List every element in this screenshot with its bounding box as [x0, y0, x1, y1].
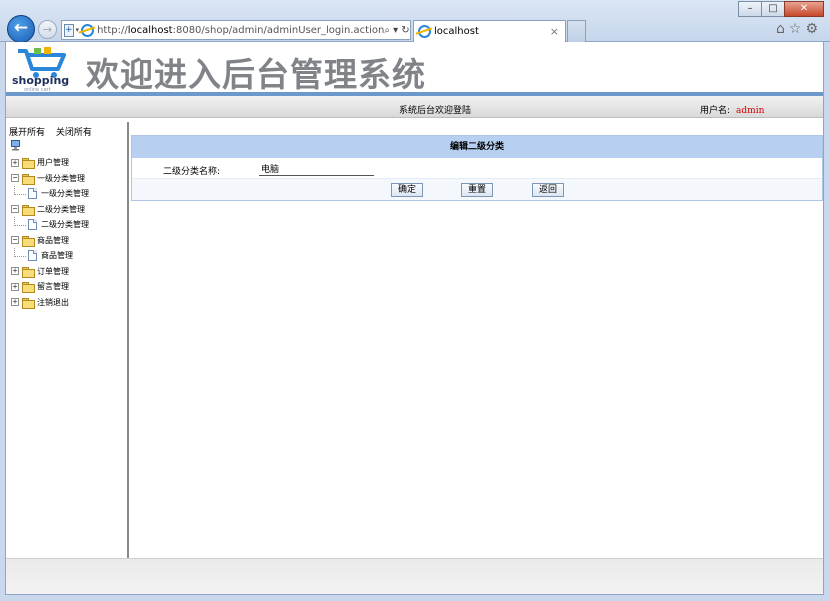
- folder-icon: [22, 297, 35, 309]
- main-panel: 编辑二级分类 二级分类名称: 确定 重置 返回: [131, 122, 823, 558]
- tree-node-label: 用户管理: [37, 158, 69, 168]
- search-refresh-icons[interactable]: ⌕ ▾ ↻: [384, 25, 413, 36]
- page-viewport: shopping online cart 欢迎进入后台管理系统 系统后台欢迎登陆…: [5, 42, 824, 595]
- reset-button[interactable]: 重置: [461, 183, 493, 197]
- page-icon: [28, 250, 37, 262]
- collapse-icon[interactable]: −: [11, 236, 19, 245]
- expand-icon[interactable]: +: [11, 298, 19, 307]
- address-bar[interactable]: + ▾ http://localhost:8080/shop/admin/adm…: [61, 20, 411, 40]
- tree-node-product[interactable]: − 商品管理: [11, 233, 89, 249]
- minimize-button[interactable]: –: [738, 1, 762, 17]
- edit-category-form: 编辑二级分类 二级分类名称: 确定 重置 返回: [131, 135, 823, 201]
- tree-node-label: 商品管理: [37, 235, 69, 245]
- site-banner: shopping online cart 欢迎进入后台管理系统: [6, 42, 823, 96]
- folder-icon: [22, 266, 35, 278]
- welcome-text: 系统后台欢迎登陆: [399, 106, 472, 116]
- tab-favicon-icon: [418, 25, 431, 38]
- top-info-bar: 系统后台欢迎登陆 用户名: admin: [6, 96, 823, 118]
- expand-all-link[interactable]: 展开所有: [9, 128, 45, 138]
- tree-node-label: 留言管理: [37, 282, 69, 292]
- tree-leaf-label: 商品管理: [41, 251, 73, 261]
- form-buttons: 确定 重置 返回: [132, 179, 822, 200]
- collapse-icon[interactable]: −: [11, 205, 19, 214]
- tree-node-label: 二级分类管理: [37, 204, 85, 214]
- page-title: 欢迎进入后台管理系统: [86, 55, 426, 94]
- user-info: 用户名: admin: [700, 103, 764, 116]
- expand-icon[interactable]: +: [11, 158, 19, 167]
- window-controls: – □ ✕: [738, 1, 824, 17]
- user-label: 用户名:: [700, 106, 731, 116]
- confirm-button[interactable]: 确定: [391, 183, 423, 197]
- folder-icon: [22, 173, 35, 185]
- form-title: 编辑二级分类: [132, 136, 822, 158]
- nav-tree: + 用户管理 − 一级分类管理 一级分类管理 − 二级分类管理 二级分类管理 − 商品管理 商品管理…: [11, 155, 89, 310]
- folder-icon: [22, 204, 35, 216]
- ie-icon: [81, 23, 95, 37]
- close-window-button[interactable]: ✕: [784, 1, 824, 17]
- folder-icon: [22, 235, 35, 247]
- tree-leaf-cat2-manage[interactable]: 二级分类管理: [11, 217, 89, 233]
- url-rest: :8080/shop/admin/adminUser_login.action: [172, 24, 385, 36]
- forward-button[interactable]: →: [38, 20, 57, 39]
- expand-icon[interactable]: +: [11, 267, 19, 276]
- tree-node-cat1[interactable]: − 一级分类管理: [11, 171, 89, 187]
- browser-chrome: – □ ✕ ← → + ▾ http://localhost:8080/shop…: [0, 0, 830, 43]
- page-icon: [28, 219, 37, 231]
- category-name-label: 二级分类名称:: [163, 167, 221, 177]
- folder-icon: [22, 158, 35, 170]
- folder-icon: [22, 282, 35, 294]
- logo-subtitle: online cart: [24, 87, 51, 93]
- collapse-icon[interactable]: −: [11, 174, 19, 183]
- url-text[interactable]: http://localhost:8080/shop/admin/adminUs…: [97, 25, 384, 36]
- computer-icon: [11, 140, 20, 151]
- tree-node-cat2[interactable]: − 二级分类管理: [11, 202, 89, 218]
- expand-icon[interactable]: +: [11, 282, 19, 291]
- tree-node-user[interactable]: + 用户管理: [11, 155, 89, 171]
- url-host: localhost: [127, 24, 173, 36]
- tree-leaf-product-manage[interactable]: 商品管理: [11, 248, 89, 264]
- url-prefix: http://: [97, 24, 128, 36]
- user-name: admin: [736, 106, 765, 116]
- collapse-all-link[interactable]: 关闭所有: [56, 128, 92, 138]
- tree-node-label: 订单管理: [37, 266, 69, 276]
- tree-node-logout[interactable]: + 注销退出: [11, 295, 89, 311]
- sidebar: 展开所有 关闭所有 + 用户管理 − 一级分类管理 一级分类管理 − 二级分类管理 二级分类管…: [6, 122, 129, 558]
- page-icon: [28, 188, 37, 200]
- new-tab-button[interactable]: [567, 20, 586, 42]
- tree-leaf-cat1-manage[interactable]: 一级分类管理: [11, 186, 89, 202]
- compat-view-icon[interactable]: +: [64, 23, 74, 37]
- back-button[interactable]: ←: [7, 15, 35, 43]
- content-area: 展开所有 关闭所有 + 用户管理 − 一级分类管理 一级分类管理 − 二级分类管理 二级分类管…: [6, 122, 823, 594]
- category-name-row: 二级分类名称:: [132, 158, 822, 179]
- page-footer: [6, 558, 823, 594]
- home-favorites-settings-icons[interactable]: ⌂☆⚙: [776, 21, 822, 37]
- tab-close-icon[interactable]: ×: [550, 25, 565, 38]
- category-name-input[interactable]: [259, 161, 374, 176]
- tree-node-label: 一级分类管理: [37, 173, 85, 183]
- tree-leaf-label: 一级分类管理: [41, 189, 89, 199]
- tree-node-message[interactable]: + 留言管理: [11, 279, 89, 295]
- browser-tab[interactable]: localhost ×: [413, 20, 566, 42]
- back-button-form[interactable]: 返回: [532, 183, 564, 197]
- tree-leaf-label: 二级分类管理: [41, 220, 89, 230]
- logo-text: shopping: [12, 74, 70, 87]
- tree-node-label: 注销退出: [37, 297, 69, 307]
- tree-node-order[interactable]: + 订单管理: [11, 264, 89, 280]
- tab-title: localhost: [434, 26, 479, 37]
- tree-controls: 展开所有 关闭所有: [9, 125, 100, 138]
- maximize-button[interactable]: □: [761, 1, 785, 17]
